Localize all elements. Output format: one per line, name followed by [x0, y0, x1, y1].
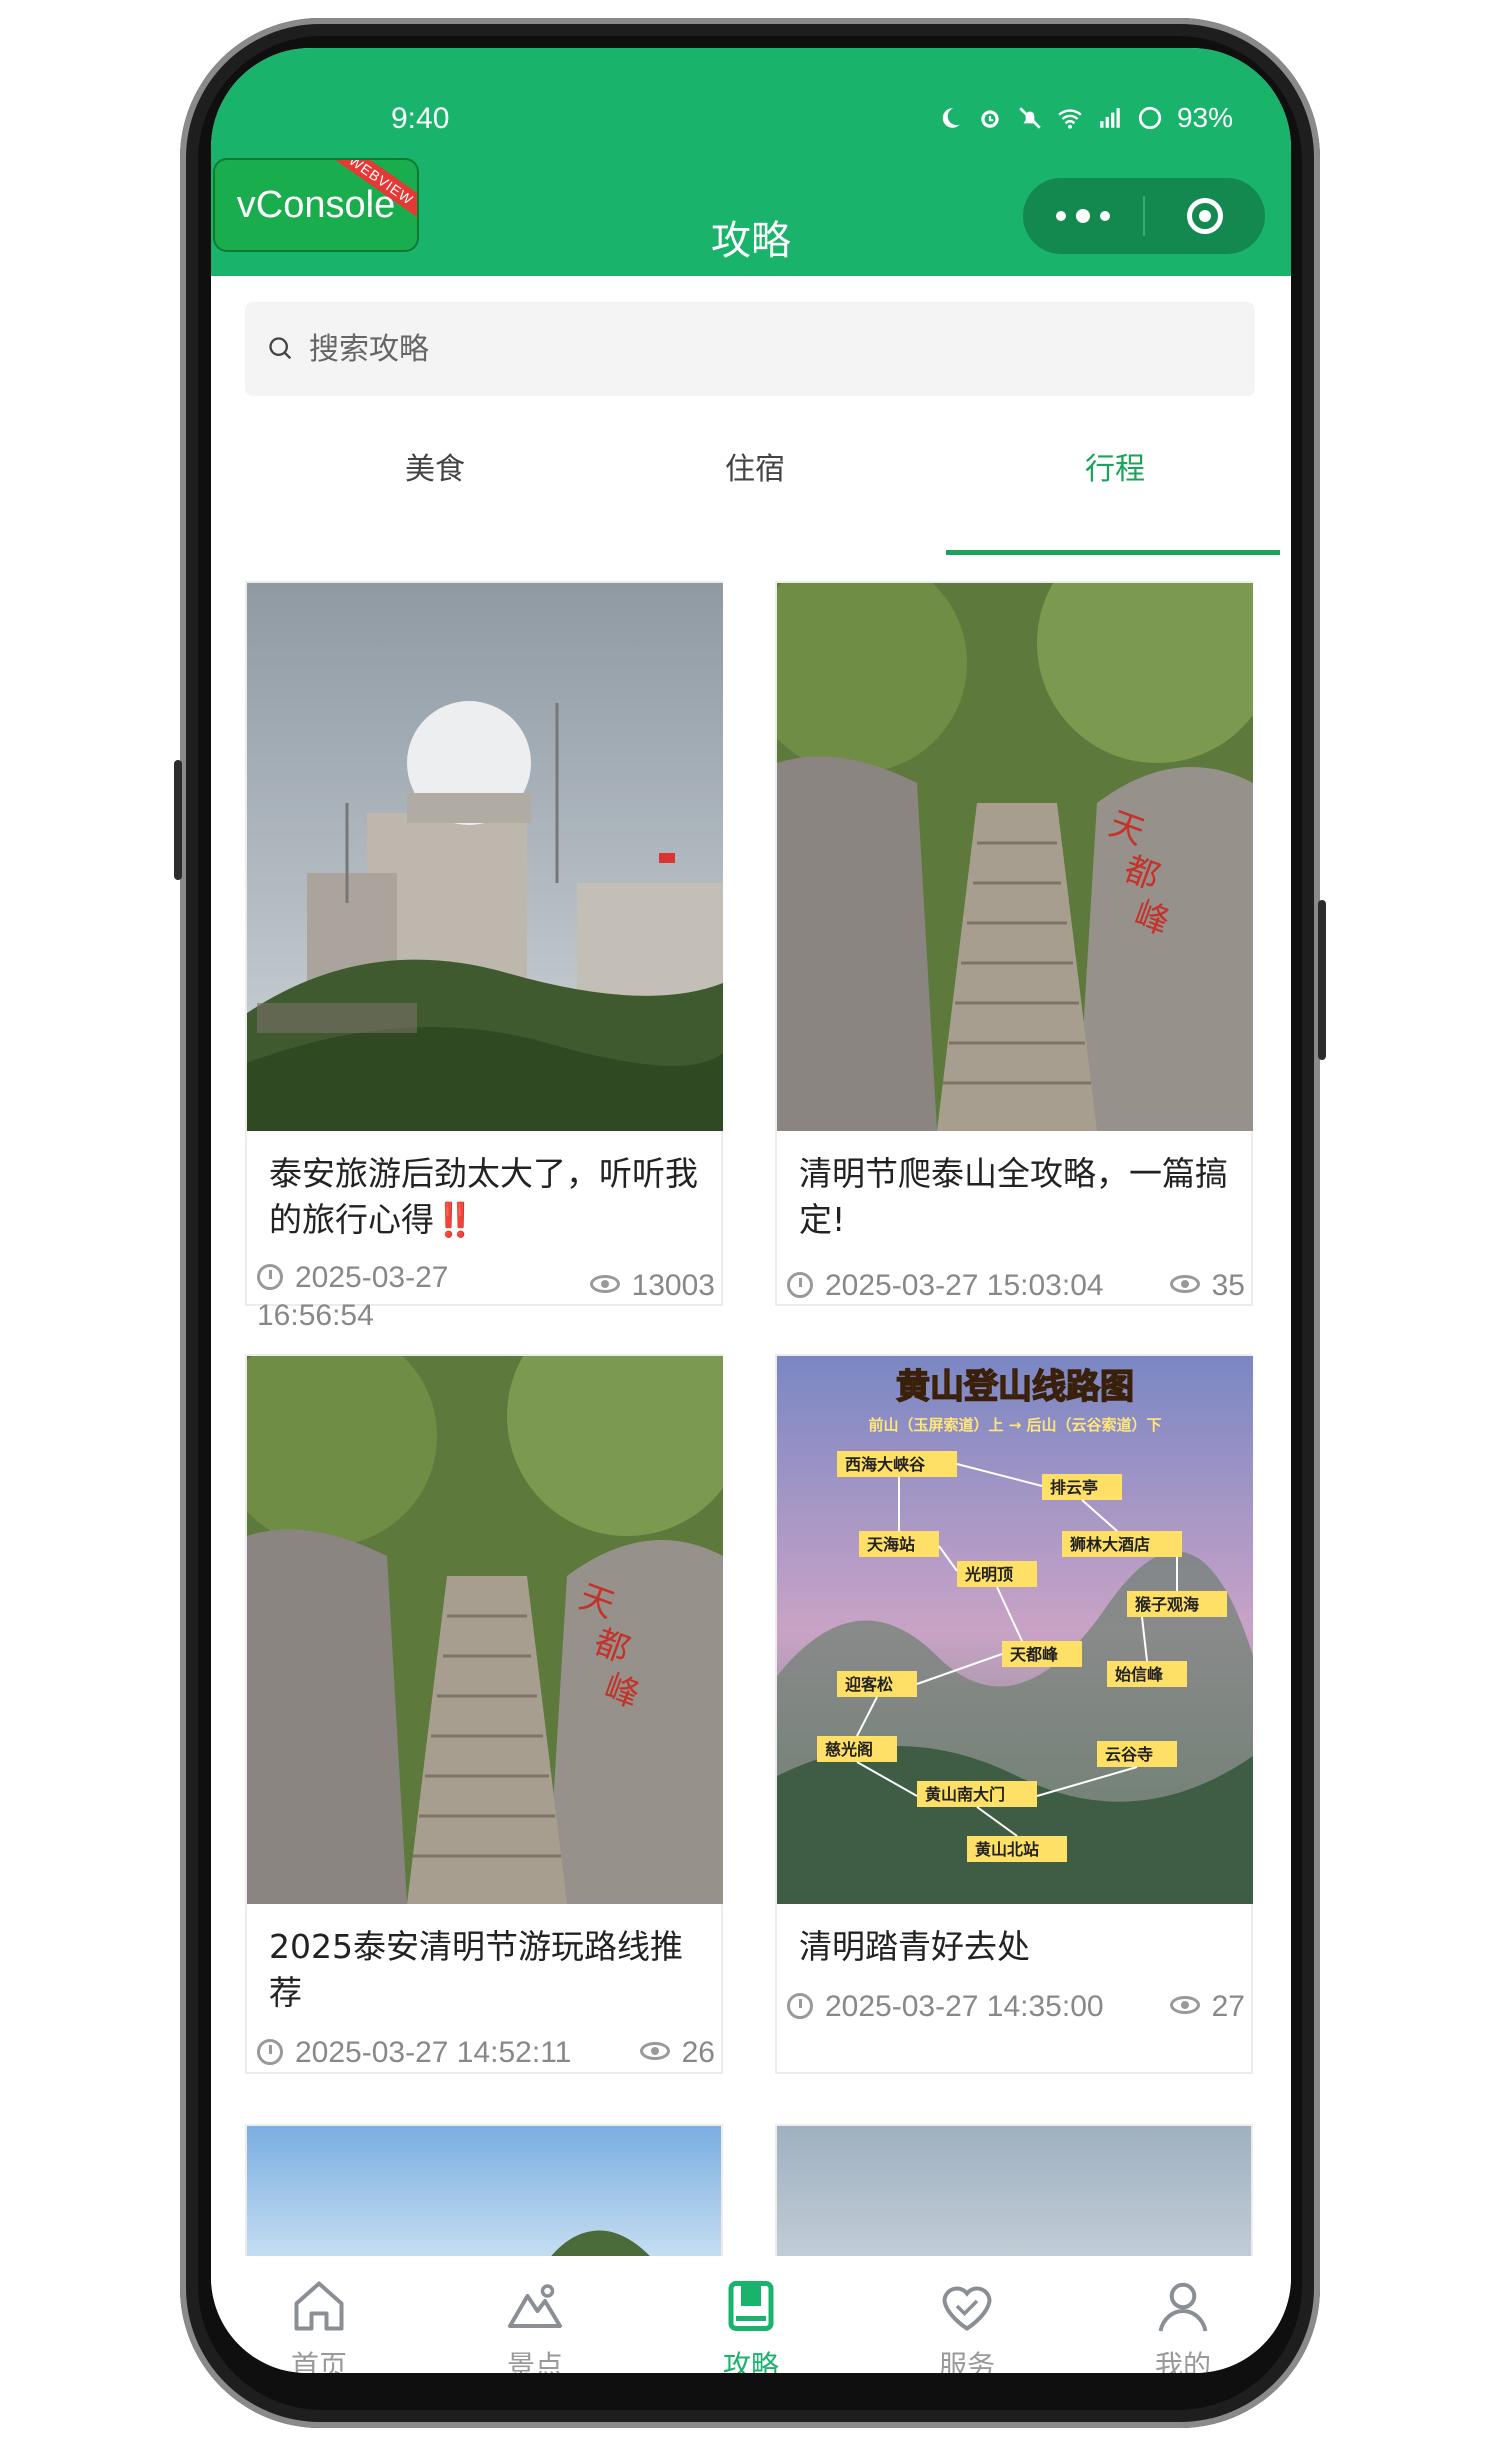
screen: 9:40 93% vConsole WEBVIEW 攻略 美食 住宿 行程: [211, 48, 1291, 2373]
svg-text:黄山南大门: 黄山南大门: [925, 1785, 1005, 1804]
user-icon: [1158, 2282, 1208, 2332]
status-time: 9:40: [391, 102, 450, 135]
card-image-stone-stairs: 天 都 峰: [777, 583, 1253, 1131]
tab-active-indicator: [946, 550, 1280, 555]
eye-icon: [1169, 1996, 1200, 2014]
close-miniprogram-button[interactable]: [1145, 198, 1265, 234]
svg-text:黄山北站: 黄山北站: [975, 1840, 1039, 1859]
nav-guides[interactable]: 攻略: [643, 2256, 859, 2373]
nav-profile-label: 我的: [1154, 2349, 1211, 2373]
card-views: 27: [1169, 1990, 1245, 2024]
svg-text:光明顶: 光明顶: [964, 1565, 1013, 1584]
eye-icon: [639, 2042, 670, 2060]
bottom-tab-bar: 首页 景点 攻略 服务 我的: [211, 2256, 1291, 2373]
heart-handshake-icon: [942, 2286, 992, 2331]
article-card[interactable]: 天 都 峰 清明节爬泰山全攻略，一篇搞定! 2025-03-27 15:03:0…: [775, 581, 1253, 1306]
card-image-weather-station: [247, 583, 723, 1131]
book-icon: [728, 2281, 774, 2331]
mountain-icon: [508, 2284, 562, 2328]
card-image-stone-stairs: 天 都 峰: [247, 1356, 723, 1904]
nav-home-label: 首页: [290, 2349, 347, 2373]
nav-attractions[interactable]: 景点: [427, 2256, 643, 2373]
alarm-icon: [981, 110, 999, 128]
category-tabs: 美食 住宿 行程: [211, 428, 1291, 518]
card-title: 2025泰安清明节游玩路线推荐: [269, 1927, 683, 2012]
eye-icon: [1169, 1275, 1200, 1293]
article-card[interactable]: 天 都 峰 2025泰安清明节游玩路线推荐 2025-03-27 14:52:1…: [245, 1354, 723, 2074]
card-image-huangshan-route-map: 黄山登山线路图 前山（玉屏索道）上 → 后山（云谷索道）下 西海大峡谷 排云亭 …: [777, 1356, 1253, 1904]
svg-text:西海大峡谷: 西海大峡谷: [845, 1455, 926, 1474]
article-card[interactable]: 泰安旅游后劲太大了，听听我的旅行心得‼️ 2025-03-27 16:56:54…: [245, 581, 723, 1332]
home-icon: [294, 2281, 344, 2331]
svg-text:排云亭: 排云亭: [1050, 1478, 1098, 1497]
clock-icon: [787, 1272, 813, 1298]
map-subtitle: 前山（玉屏索道）上 → 后山（云谷索道）下: [868, 1416, 1161, 1434]
svg-text:猴子观海: 猴子观海: [1135, 1595, 1199, 1614]
search-input[interactable]: [307, 330, 1211, 368]
article-card[interactable]: 黄山登山线路图 前山（玉屏索道）上 → 后山（云谷索道）下 西海大峡谷 排云亭 …: [775, 1354, 1253, 2074]
svg-text:始信峰: 始信峰: [1115, 1665, 1164, 1684]
svg-text:云谷寺: 云谷寺: [1105, 1745, 1153, 1764]
nav-guides-label: 攻略: [722, 2349, 779, 2373]
card-views: 26: [639, 2036, 715, 2070]
card-date: 2025-03-27 16:56:54: [257, 1261, 449, 1332]
mute-icon: [1019, 107, 1041, 129]
battery-percent: 93%: [1176, 102, 1233, 133]
header: 9:40 93% vConsole WEBVIEW 攻略: [211, 48, 1291, 276]
miniprogram-capsule: [1023, 178, 1265, 254]
card-views: 35: [1169, 1269, 1245, 1303]
svg-text:天海站: 天海站: [867, 1535, 915, 1554]
wifi-icon: [1058, 109, 1082, 129]
status-icons: 93%: [937, 102, 1233, 134]
eye-icon: [589, 1275, 620, 1293]
volume-button: [174, 760, 182, 880]
card-date: 2025-03-27 14:35:00: [787, 1990, 1104, 2024]
target-icon: [1187, 198, 1223, 234]
card-views: 13003: [589, 1269, 715, 1303]
card-title: 清明节爬泰山全攻略，一篇搞定!: [799, 1154, 1228, 1239]
search-bar[interactable]: [245, 302, 1255, 396]
card-date: 2025-03-27 15:03:04: [787, 1269, 1104, 1303]
moon-icon: [942, 108, 960, 128]
clock-icon: [257, 1264, 283, 1290]
card-title: 清明踏青好去处: [799, 1927, 1030, 1966]
search-icon: [269, 337, 292, 360]
svg-text:狮林大酒店: 狮林大酒店: [1069, 1535, 1150, 1554]
card-title: 泰安旅游后劲太大了，听听我的旅行心得‼️: [269, 1154, 698, 1239]
map-title: 黄山登山线路图: [896, 1367, 1134, 1407]
power-button: [1318, 900, 1326, 1060]
svg-text:迎客松: 迎客松: [845, 1675, 893, 1694]
card-date: 2025-03-27 14:52:11: [257, 2036, 571, 2070]
svg-text:慈光阁: 慈光阁: [825, 1740, 873, 1759]
more-menu-button[interactable]: [1023, 209, 1143, 223]
clock-icon: [257, 2039, 283, 2065]
nav-home[interactable]: 首页: [211, 2256, 427, 2373]
nav-attractions-label: 景点: [506, 2349, 563, 2373]
nav-services[interactable]: 服务: [859, 2256, 1075, 2373]
nav-services-label: 服务: [938, 2349, 995, 2373]
tab-itinerary[interactable]: 行程: [955, 428, 1275, 518]
battery-ring-icon: [1138, 106, 1162, 130]
clock-icon: [787, 1993, 813, 2019]
signal-icon: [1100, 108, 1120, 128]
tab-food[interactable]: 美食: [275, 428, 595, 518]
svg-text:天都峰: 天都峰: [1010, 1645, 1059, 1664]
nav-profile[interactable]: 我的: [1075, 2256, 1291, 2373]
tab-lodging[interactable]: 住宿: [595, 428, 915, 518]
